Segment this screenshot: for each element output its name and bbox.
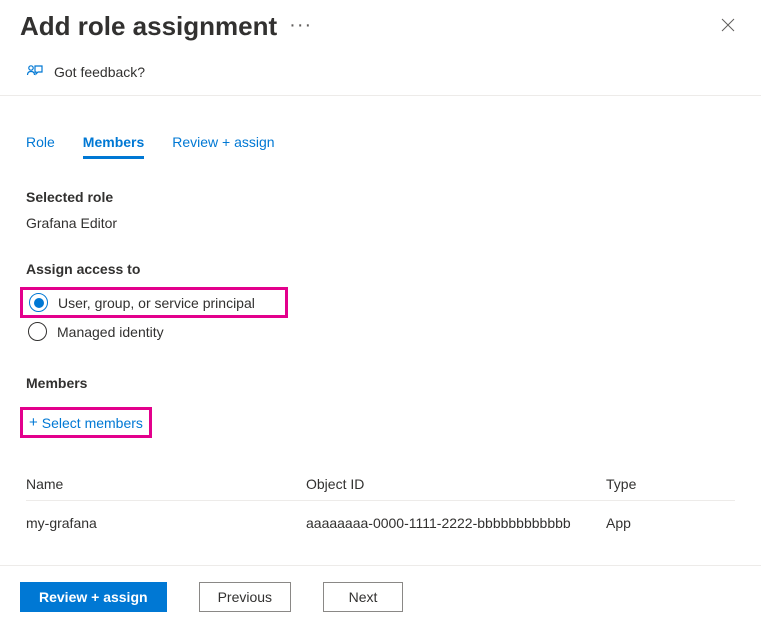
table-header: Name Object ID Type: [26, 468, 735, 501]
previous-button[interactable]: Previous: [199, 582, 291, 612]
radio-label: Managed identity: [57, 324, 164, 340]
tab-role[interactable]: Role: [26, 134, 55, 159]
feedback-text: Got feedback?: [54, 64, 145, 80]
select-members-button[interactable]: + Select members: [20, 407, 152, 438]
assign-access-radio-group: User, group, or service principal Manage…: [26, 287, 735, 345]
footer-bar: Review + assign Previous Next: [0, 565, 761, 628]
tab-bar: Role Members Review + assign: [0, 116, 761, 159]
members-table: Name Object ID Type my-grafana aaaaaaaa-…: [26, 468, 735, 545]
tab-review-assign[interactable]: Review + assign: [172, 134, 274, 159]
col-header-type: Type: [606, 476, 735, 492]
feedback-icon: [26, 63, 44, 81]
members-label: Members: [26, 375, 735, 391]
select-members-text: Select members: [42, 415, 143, 431]
table-row: my-grafana aaaaaaaa-0000-1111-2222-bbbbb…: [26, 501, 735, 545]
radio-managed-identity[interactable]: Managed identity: [26, 318, 735, 345]
review-assign-button[interactable]: Review + assign: [20, 582, 167, 612]
radio-label: User, group, or service principal: [58, 295, 255, 311]
tab-members[interactable]: Members: [83, 134, 144, 159]
cell-name: my-grafana: [26, 515, 306, 531]
radio-user-group-principal[interactable]: User, group, or service principal: [20, 287, 288, 318]
feedback-bar[interactable]: Got feedback?: [0, 49, 761, 96]
cell-type: App: [606, 515, 735, 531]
panel-header: Add role assignment ···: [0, 0, 761, 49]
selected-role-value: Grafana Editor: [26, 215, 735, 231]
radio-icon: [29, 293, 48, 312]
content-scroll: Role Members Review + assign Selected ro…: [0, 116, 761, 556]
next-button[interactable]: Next: [323, 582, 403, 612]
plus-icon: +: [29, 414, 38, 431]
more-icon[interactable]: ···: [289, 14, 312, 37]
cell-id: aaaaaaaa-0000-1111-2222-bbbbbbbbbbbb: [306, 515, 606, 531]
selected-role-label: Selected role: [26, 189, 735, 205]
col-header-name: Name: [26, 476, 306, 492]
close-icon[interactable]: [715, 10, 741, 43]
selected-role-section: Selected role Grafana Editor: [0, 189, 761, 231]
assign-access-label: Assign access to: [26, 261, 735, 277]
radio-icon: [28, 322, 47, 341]
col-header-id: Object ID: [306, 476, 606, 492]
members-section: Members + Select members Name Object ID …: [0, 375, 761, 545]
page-title: Add role assignment: [20, 11, 277, 42]
assign-access-section: Assign access to User, group, or service…: [0, 261, 761, 345]
